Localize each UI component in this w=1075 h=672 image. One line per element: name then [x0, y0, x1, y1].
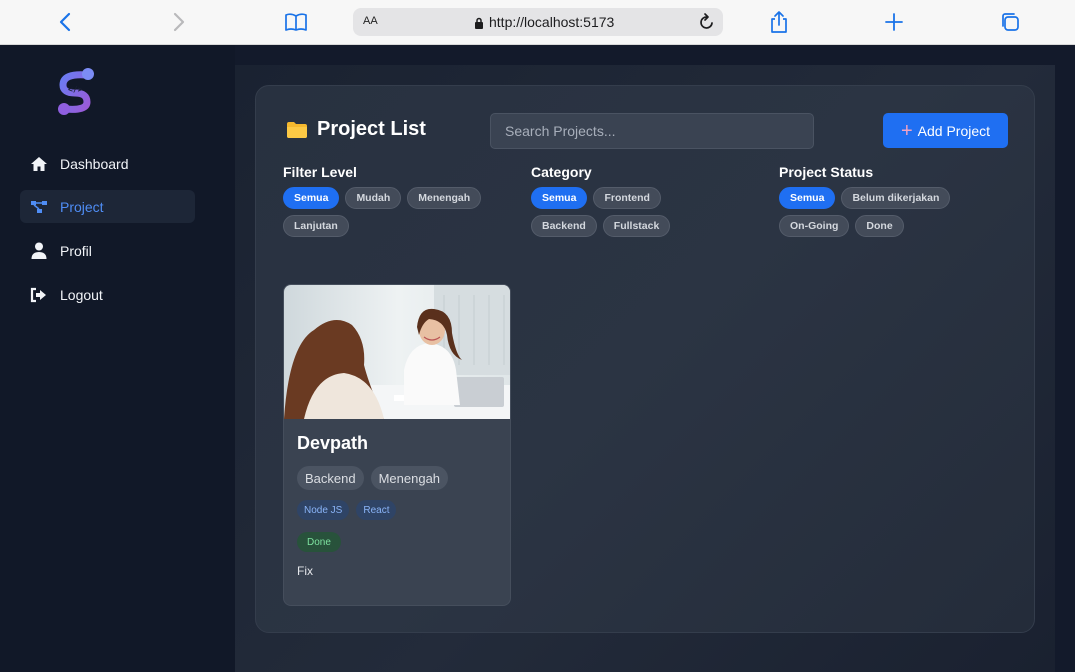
add-project-button[interactable]: + Add Project [883, 113, 1008, 148]
project-title: Devpath [297, 433, 369, 453]
sidebar-item-label: Profil [60, 242, 92, 259]
browser-toolbar: AA http://localhost:5173 [0, 0, 1075, 45]
sidebar-item-profil[interactable]: Profil [20, 234, 195, 267]
filter-status-chip[interactable]: On-Going [779, 215, 850, 237]
filter-status-group: Project Status Semua Belum dikerjakan On… [779, 164, 979, 237]
sidebar: </> Dashboard Project Profil Logout [0, 45, 235, 672]
filter-level-chip[interactable]: Lanjutan [283, 215, 349, 237]
forward-icon[interactable] [172, 10, 186, 34]
filter-category-chip[interactable]: Frontend [593, 187, 661, 209]
add-project-label: Add Project [917, 122, 991, 139]
share-icon[interactable] [769, 10, 789, 34]
filter-level-group: Filter Level Semua Mudah Menengah Lanjut… [283, 164, 483, 237]
filter-category-chip[interactable]: Backend [531, 215, 597, 237]
project-tech-tag: Node JS [297, 500, 350, 520]
project-tech-tag: React [356, 500, 397, 520]
filter-category-chip[interactable]: Semua [531, 187, 588, 209]
project-status-badge: Done [297, 532, 341, 552]
address-bar[interactable]: AA http://localhost:5173 [353, 8, 723, 36]
folder-icon [286, 121, 308, 139]
lock-icon [474, 16, 484, 34]
logout-icon [30, 286, 48, 304]
filter-status-label: Project Status [779, 164, 874, 180]
plus-icon: + [900, 119, 913, 142]
search-input[interactable] [490, 113, 814, 149]
sidebar-item-logout[interactable]: Logout [20, 278, 195, 311]
filter-level-chip[interactable]: Menengah [407, 187, 482, 209]
project-tree-icon [30, 198, 48, 216]
tabs-overview-icon[interactable] [999, 10, 1021, 34]
project-category-tag: Backend [297, 466, 364, 490]
text-size-button[interactable]: AA [363, 15, 378, 27]
filter-status-chip[interactable]: Semua [779, 187, 836, 209]
sidebar-item-label: Project [60, 198, 104, 215]
title-row: Project List [286, 118, 426, 141]
filter-status-chip[interactable]: Belum dikerjakan [841, 187, 951, 209]
sidebar-item-label: Dashboard [60, 155, 129, 172]
filter-level-chip[interactable]: Mudah [345, 187, 402, 209]
filter-status-chip[interactable]: Done [855, 215, 904, 237]
project-thumbnail-image [284, 285, 510, 419]
sidebar-item-project[interactable]: Project [20, 190, 195, 223]
back-icon[interactable] [58, 10, 72, 34]
project-description: Fix [297, 564, 313, 578]
filter-level-chip[interactable]: Semua [283, 187, 340, 209]
sidebar-item-dashboard[interactable]: Dashboard [20, 147, 195, 180]
app-logo[interactable]: </> [55, 67, 95, 117]
page-title: Project List [317, 118, 426, 140]
svg-text:</>: </> [68, 85, 83, 94]
user-icon [30, 242, 48, 260]
new-tab-icon[interactable] [884, 10, 904, 34]
reload-icon[interactable] [698, 12, 716, 37]
filter-category-chip[interactable]: Fullstack [602, 215, 671, 237]
project-level-tag: Menengah [370, 466, 449, 490]
url-text: http://localhost:5173 [489, 14, 615, 30]
sidebar-item-label: Logout [60, 286, 103, 303]
project-list-panel: Project List + Add Project Filter Level … [255, 85, 1035, 633]
app: </> Dashboard Project Profil Logout Proj… [0, 45, 1075, 672]
project-card[interactable]: Devpath Backend Menengah Node JS React D… [283, 284, 511, 606]
filter-category-group: Category Semua Frontend Backend Fullstac… [531, 164, 731, 237]
filter-level-label: Filter Level [283, 164, 357, 180]
filter-category-label: Category [531, 164, 592, 180]
bookmarks-icon[interactable] [284, 10, 308, 34]
home-icon [30, 155, 48, 173]
